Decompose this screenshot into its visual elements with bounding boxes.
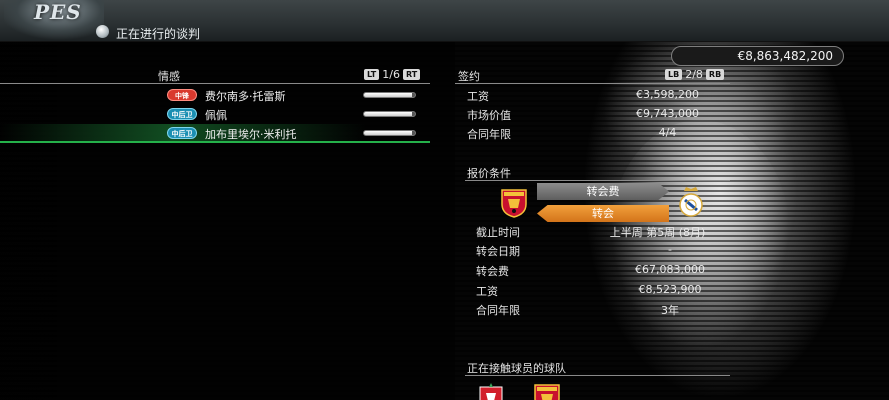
contract-years-value: 4/4 <box>658 126 677 139</box>
emotion-page-number: 1/6 <box>382 68 400 81</box>
contract-years-label: 合同年限 <box>467 128 511 141</box>
mood-bar-fill <box>364 93 413 97</box>
globe-icon <box>96 25 109 38</box>
lt-button-icon[interactable]: LT <box>364 69 380 80</box>
mood-bar <box>363 92 416 98</box>
top-header: PES 正在进行的谈判 <box>0 0 889 42</box>
negotiating-divider <box>465 375 730 376</box>
logo-text: PES <box>34 0 82 24</box>
contract-page-number: 2/8 <box>685 68 703 81</box>
offer-deadline-label: 截止时间 <box>476 226 520 239</box>
manchester-united-crest-small-icon <box>534 384 560 400</box>
offer-fee-value: €67,083,000 <box>635 263 705 276</box>
mood-bar <box>363 130 416 136</box>
offer-years-label: 合同年限 <box>476 304 520 317</box>
player-row[interactable]: 中后卫 佩佩 <box>0 105 430 124</box>
contract-wage-value: €3,598,200 <box>636 88 699 101</box>
player-name: 费尔南多·托雷斯 <box>205 90 286 103</box>
offer-wage-value: €8,523,900 <box>638 283 702 296</box>
rt-button-icon[interactable]: RT <box>402 69 421 80</box>
offer-deadline-value: 上半周 第5周 (8月) <box>609 226 706 239</box>
rb-button-icon[interactable]: RB <box>705 69 725 80</box>
transfer-arrow-label: 转会 <box>592 207 614 220</box>
offer-transfer-date-value: - <box>668 243 672 256</box>
offer-years-value: 3年 <box>661 304 679 317</box>
contract-pager[interactable]: LB 2/8 RB <box>665 68 725 81</box>
lb-button-icon[interactable]: LB <box>665 69 683 80</box>
player-name: 加布里埃尔·米利托 <box>205 128 297 141</box>
position-badge: 中后卫 <box>167 127 197 139</box>
contract-title: 签约 <box>458 70 480 83</box>
mood-bar-fill <box>364 112 413 116</box>
contract-wage-label: 工资 <box>467 90 489 103</box>
club-funds: €8,863,482,200 <box>671 46 844 66</box>
player-row[interactable]: 中后卫 加布里埃尔·米利托 <box>0 124 430 143</box>
real-madrid-crest-icon <box>679 187 703 217</box>
transfer-arrow: 转会 <box>537 205 669 222</box>
offer-wage-label: 工资 <box>476 285 498 298</box>
mood-bar <box>363 111 416 117</box>
offer-title: 报价条件 <box>467 167 511 180</box>
offer-transfer-date-label: 转会日期 <box>476 245 520 258</box>
manchester-united-crest-icon <box>501 189 527 218</box>
game-logo: PES <box>4 0 104 42</box>
emotion-title: 情感 <box>158 70 180 83</box>
contract-market-value: €9,743,000 <box>636 107 699 120</box>
emotion-pager[interactable]: LT 1/6 RT <box>364 68 421 81</box>
transfer-fee-arrow: 转会费 <box>537 183 669 200</box>
page-title: 正在进行的谈判 <box>116 27 201 41</box>
offer-divider <box>465 180 730 181</box>
player-name: 佩佩 <box>205 109 227 122</box>
transfer-fee-arrow-label: 转会费 <box>586 185 620 198</box>
offer-fee-label: 转会费 <box>476 265 509 278</box>
position-badge: 中锋 <box>167 89 197 101</box>
emotion-divider <box>0 83 430 84</box>
player-row[interactable]: 中锋 费尔南多·托雷斯 <box>0 86 430 105</box>
mood-bar-fill <box>364 131 413 135</box>
position-badge: 中后卫 <box>167 108 197 120</box>
contract-market-value-label: 市场价值 <box>467 109 511 122</box>
liverpool-crest-icon <box>479 383 503 400</box>
contract-divider <box>455 83 730 84</box>
negotiating-clubs-title: 正在接触球员的球队 <box>467 362 566 375</box>
